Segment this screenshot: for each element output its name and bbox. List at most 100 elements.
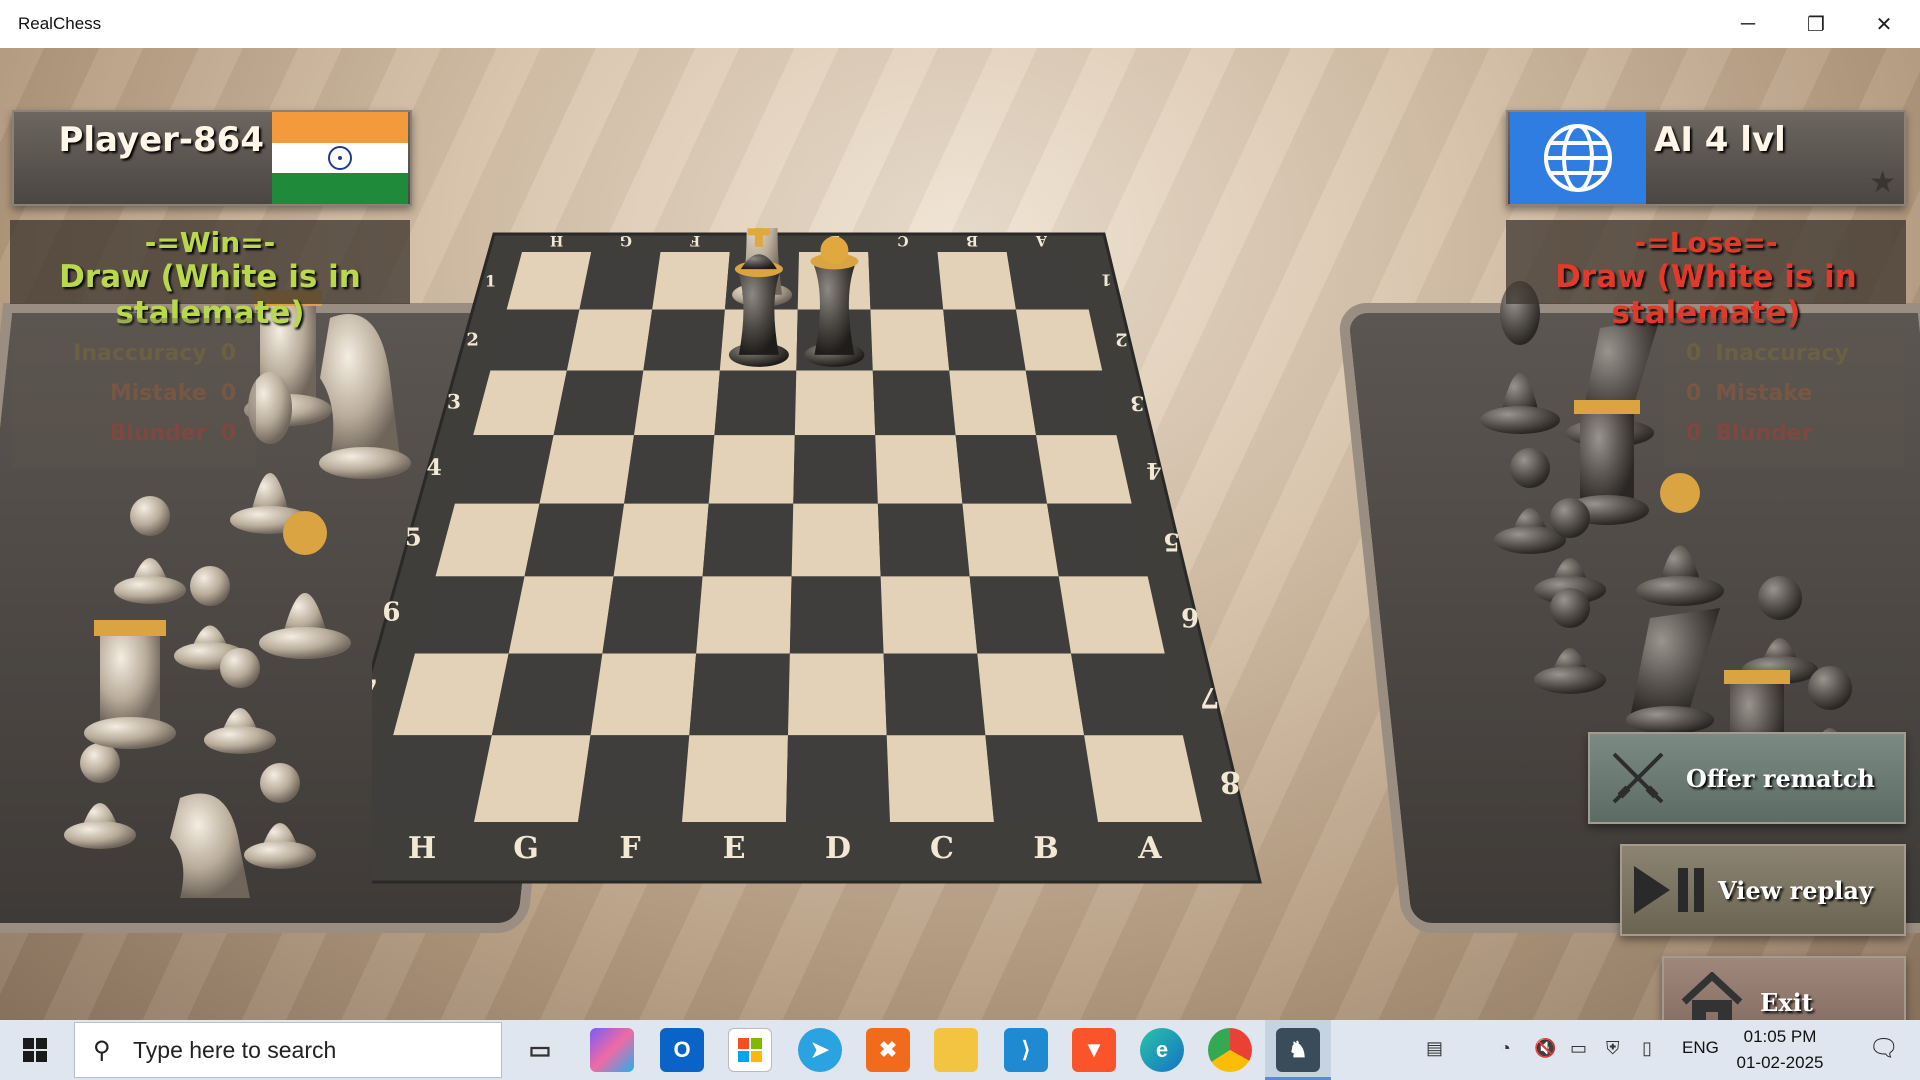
board-square[interactable] bbox=[883, 653, 986, 736]
board-square[interactable] bbox=[643, 309, 725, 371]
brave-browser-icon[interactable]: ▼ bbox=[1072, 1028, 1116, 1072]
exit-button[interactable]: Exit bbox=[1662, 956, 1906, 1020]
board-square[interactable] bbox=[872, 370, 956, 436]
stat-row-blunder: 0 Blunder bbox=[1664, 414, 1904, 454]
board-square[interactable] bbox=[1015, 309, 1103, 371]
board-square[interactable] bbox=[985, 735, 1098, 822]
board-square[interactable] bbox=[969, 576, 1072, 654]
rank-label-right: 7 bbox=[1200, 681, 1219, 714]
board-square[interactable] bbox=[579, 252, 661, 310]
close-button[interactable]: ✕ bbox=[1850, 0, 1918, 48]
task-view-icon[interactable]: ▭ bbox=[518, 1028, 562, 1072]
realchess-taskbar-icon[interactable]: ♞ bbox=[1276, 1028, 1320, 1072]
device-icon[interactable]: ▯ bbox=[1642, 1038, 1652, 1059]
stat-label: Blunder bbox=[109, 421, 207, 446]
volume-muted-icon[interactable]: 🔇 bbox=[1534, 1038, 1556, 1059]
board-square[interactable] bbox=[789, 576, 884, 654]
rank-label-left: 4 bbox=[427, 455, 442, 481]
board-square[interactable] bbox=[786, 735, 890, 822]
board-square[interactable] bbox=[880, 576, 978, 654]
board-square[interactable] bbox=[1025, 370, 1117, 436]
board-square[interactable] bbox=[886, 735, 994, 822]
minimize-button[interactable]: ─ bbox=[1714, 0, 1782, 48]
board-square[interactable] bbox=[949, 370, 1037, 436]
offer-rematch-button[interactable]: Offer rematch bbox=[1588, 732, 1906, 824]
language-indicator[interactable]: ENG bbox=[1682, 1038, 1719, 1058]
news-widget-icon[interactable]: ▤ bbox=[1426, 1038, 1443, 1059]
board-square[interactable] bbox=[696, 576, 792, 654]
stat-label: Inaccuracy bbox=[1715, 341, 1849, 366]
board-square[interactable] bbox=[955, 435, 1048, 504]
clock-date: 01-02-2025 bbox=[1736, 1053, 1824, 1072]
system-clock[interactable]: 01:05 PM 01-02-2025 bbox=[1720, 1024, 1840, 1076]
telegram-icon[interactable]: ➤ bbox=[798, 1028, 842, 1072]
board-square[interactable] bbox=[943, 309, 1026, 371]
board-square[interactable] bbox=[787, 653, 887, 736]
crossed-swords-icon bbox=[1590, 734, 1686, 822]
board-square[interactable] bbox=[602, 576, 703, 654]
board-square[interactable] bbox=[794, 370, 876, 436]
board-square[interactable] bbox=[689, 653, 790, 736]
board-square[interactable] bbox=[1058, 576, 1165, 654]
captured-white-pawn-icon bbox=[114, 496, 186, 604]
edge-browser-icon[interactable]: e bbox=[1140, 1028, 1184, 1072]
board-square[interactable] bbox=[652, 252, 730, 310]
board-square[interactable] bbox=[1047, 503, 1148, 577]
board-square[interactable] bbox=[508, 576, 614, 654]
board-square[interactable] bbox=[566, 309, 653, 371]
board-square[interactable] bbox=[714, 370, 797, 436]
board-square[interactable] bbox=[962, 503, 1059, 577]
board-square[interactable] bbox=[1036, 435, 1132, 504]
board-square[interactable] bbox=[491, 653, 603, 736]
board-square[interactable] bbox=[875, 435, 963, 504]
file-label-top: B bbox=[966, 232, 978, 248]
board-square[interactable] bbox=[590, 653, 697, 736]
security-shield-icon[interactable]: ⛨ bbox=[1606, 1038, 1620, 1059]
game-scene: HGFEDCBAHGFEDCBA1122334455667788 Player-… bbox=[0, 48, 1920, 1020]
board-square[interactable] bbox=[793, 435, 878, 504]
chess-board[interactable]: HGFEDCBAHGFEDCBA1122334455667788 bbox=[372, 228, 1552, 1020]
board-square[interactable] bbox=[870, 309, 950, 371]
rank-label-right: 1 bbox=[1101, 270, 1112, 289]
microsoft-store-icon[interactable] bbox=[728, 1028, 772, 1072]
board-square[interactable] bbox=[633, 370, 720, 436]
captured-black-pawn-icon bbox=[1742, 576, 1818, 684]
outlook-icon[interactable]: O bbox=[660, 1028, 704, 1072]
board-square[interactable] bbox=[877, 503, 970, 577]
rank-label-left: 1 bbox=[485, 271, 496, 290]
windows-start-icon[interactable] bbox=[0, 1020, 70, 1080]
board-square[interactable] bbox=[524, 503, 625, 577]
battery-icon[interactable]: ▭ bbox=[1570, 1038, 1587, 1059]
board-square[interactable] bbox=[624, 435, 715, 504]
file-explorer-icon[interactable] bbox=[934, 1028, 978, 1072]
board-square[interactable] bbox=[682, 735, 788, 822]
board-square[interactable] bbox=[708, 435, 795, 504]
view-replay-button[interactable]: View replay bbox=[1620, 844, 1906, 936]
board-square[interactable] bbox=[791, 503, 881, 577]
board-square[interactable] bbox=[539, 435, 634, 504]
board-square[interactable] bbox=[474, 735, 591, 822]
board-square[interactable] bbox=[1071, 653, 1183, 736]
board-square[interactable] bbox=[937, 252, 1016, 310]
notification-icon[interactable]: 🗨 bbox=[1854, 1034, 1914, 1063]
rank-label-left: 5 bbox=[405, 522, 422, 551]
board-square[interactable] bbox=[977, 653, 1085, 736]
board-square[interactable] bbox=[1006, 252, 1089, 310]
board-square[interactable] bbox=[578, 735, 690, 822]
board-square[interactable] bbox=[553, 370, 644, 436]
maximize-button[interactable]: ❐ bbox=[1782, 0, 1850, 48]
board-surface[interactable]: HGFEDCBAHGFEDCBA1122334455667788 bbox=[372, 228, 1552, 1020]
copilot-icon[interactable] bbox=[590, 1028, 634, 1072]
board-square[interactable] bbox=[702, 503, 794, 577]
network-icon[interactable]: ◔ bbox=[1500, 1038, 1511, 1059]
star-icon[interactable]: ★ bbox=[1869, 165, 1896, 200]
chrome-icon[interactable] bbox=[1208, 1028, 1252, 1072]
board-square[interactable] bbox=[372, 735, 492, 822]
taskbar-search-box[interactable]: ⚲ Type here to search bbox=[74, 1022, 502, 1078]
xampp-icon[interactable]: ✖ bbox=[866, 1028, 910, 1072]
board-square[interactable] bbox=[1084, 735, 1202, 822]
vscode-icon[interactable]: ⟩ bbox=[1004, 1028, 1048, 1072]
board-square[interactable] bbox=[868, 252, 944, 310]
window-titlebar: RealChess ─ ❐ ✕ bbox=[0, 0, 1920, 48]
board-square[interactable] bbox=[613, 503, 709, 577]
